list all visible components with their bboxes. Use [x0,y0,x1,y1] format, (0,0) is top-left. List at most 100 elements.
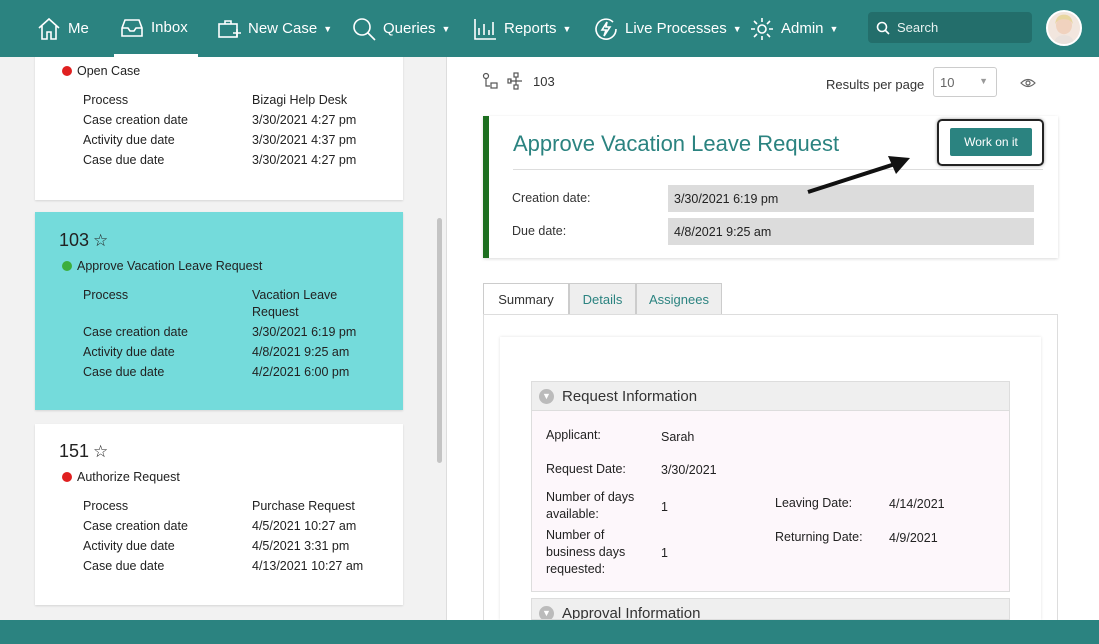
chevron-down-icon: ▼ [732,23,742,34]
status-dot-icon [62,472,72,482]
case-number: 103 ☆ [59,230,109,251]
panel-divider [446,57,447,620]
case-number: 151 ☆ [59,441,109,462]
returning-date-value: 4/9/2021 [889,531,938,545]
business-days-label: Number of business days requested: [546,528,626,576]
returning-date-label: Returning Date: [775,530,863,544]
case-status: Open Case [62,64,140,78]
row-value: 3/30/2021 4:27 pm [252,113,357,127]
leaving-date-value: 4/14/2021 [889,497,945,511]
nav-me[interactable]: Me [36,0,89,57]
row-value: 4/8/2021 9:25 am [252,345,350,359]
user-photo-icon [1048,12,1080,44]
bottom-bar [0,620,1099,644]
divider [513,169,1043,170]
row-value: 4/5/2021 10:27 am [252,519,357,533]
row-value: Vacation Leave Request [252,288,338,319]
row-value: Bizagi Help Desk [252,93,348,107]
tab-summary[interactable]: Summary [483,283,569,315]
results-per-page-select[interactable]: 10 ▼ [933,67,997,97]
top-navigation-bar: Me Inbox New Case ▼ Queries ▼ Reports ▼ Liv… [0,0,1099,57]
case-card[interactable]: 151 ☆ Authorize Request Process Purchase… [35,424,403,605]
gear-icon [751,17,773,40]
row-label: Activity due date [83,133,175,147]
process-map-icon[interactable] [481,72,499,90]
status-dot-icon [62,261,72,271]
creation-date-label: Creation date: [512,191,591,205]
magnifier-icon [353,17,376,41]
lightning-circle-icon [595,17,617,40]
row-label: Case due date [83,153,165,167]
row-label: Activity due date [83,345,175,359]
results-per-page-label: Results per page [826,77,925,92]
row-label: Case creation date [83,519,188,533]
tab-assignees[interactable]: Assignees [636,283,722,315]
scrollbar[interactable] [437,218,442,463]
applicant-value: Sarah [661,430,695,444]
row-label: Case due date [83,559,165,573]
chevron-down-icon: ▼ [323,23,333,34]
tab-bar: Summary Details Assignees [483,283,722,315]
star-icon[interactable]: ☆ [93,442,108,462]
row-value: 4/13/2021 10:27 am [252,559,364,573]
nav-new-case[interactable]: New Case ▼ [216,0,332,57]
section-header[interactable]: ▼ Request Information [532,382,1009,411]
applicant-label: Applicant: [546,428,601,442]
case-status: Authorize Request [62,470,180,484]
request-date-value: 3/30/2021 [661,463,717,477]
activity-title: Approve Vacation Leave Request [513,131,840,156]
row-value: 4/5/2021 3:31 pm [252,539,350,553]
inbox-icon [121,19,143,37]
row-value: Purchase Request [252,499,355,513]
nav-queries[interactable]: Queries ▼ [351,0,450,57]
chevron-down-icon: ▼ [539,388,554,404]
leaving-date-label: Leaving Date: [775,496,853,510]
case-card-selected[interactable]: 103 ☆ Approve Vacation Leave Request Pro… [35,212,403,410]
business-days-value: 1 [661,546,668,560]
days-available-value: 1 [661,500,668,514]
row-label: Case due date [83,365,165,379]
row-value: 3/30/2021 4:27 pm [252,153,357,167]
detail-toolbar: 103 [481,72,555,90]
work-on-it-button[interactable]: Work on it [950,128,1032,156]
annotation-arrow-icon [807,156,910,194]
row-label: Process [83,288,129,302]
case-list-panel: Open Case Process Bizagi Help Desk Case … [0,57,446,620]
search-icon [876,21,890,35]
row-label: Process [83,499,129,513]
row-value: 4/2/2021 6:00 pm [252,365,350,379]
days-available-label: Number of days available: [546,490,635,521]
chart-icon [474,18,496,40]
nav-inbox[interactable]: Inbox [114,0,198,57]
star-icon[interactable]: ☆ [93,231,108,251]
chevron-down-icon: ▼ [441,23,451,34]
chevron-down-icon: ▼ [562,23,572,34]
row-label: Case creation date [83,325,188,339]
case-number-label: 103 [533,73,555,89]
nav-live-processes[interactable]: Live Processes ▼ [593,0,742,57]
row-value: 3/30/2021 4:37 pm [252,133,357,147]
case-status: Approve Vacation Leave Request [62,259,262,273]
row-value: 3/30/2021 6:19 pm [252,325,357,339]
chevron-down-icon: ▼ [979,76,988,86]
tab-details[interactable]: Details [569,283,636,315]
due-date-value: 4/8/2021 9:25 am [668,218,1034,245]
row-label: Activity due date [83,539,175,553]
workflow-icon[interactable] [507,72,525,90]
section-header[interactable]: ▼ Approval Information [532,599,1009,619]
row-label: Process [83,93,129,107]
case-card[interactable]: Open Case Process Bizagi Help Desk Case … [35,57,403,200]
nav-admin[interactable]: Admin ▼ [749,0,838,57]
chevron-down-icon: ▼ [829,23,839,34]
request-date-label: Request Date: [546,462,626,476]
avatar[interactable] [1046,10,1082,46]
eye-icon[interactable] [1020,76,1036,90]
status-dot-icon [62,66,72,76]
search-input[interactable]: Search [868,12,1032,43]
new-case-icon [218,19,241,38]
due-date-label: Due date: [512,224,567,238]
home-icon [38,17,60,40]
nav-reports[interactable]: Reports ▼ [472,0,571,57]
chevron-down-icon: ▼ [539,605,554,619]
row-label: Case creation date [83,113,188,127]
